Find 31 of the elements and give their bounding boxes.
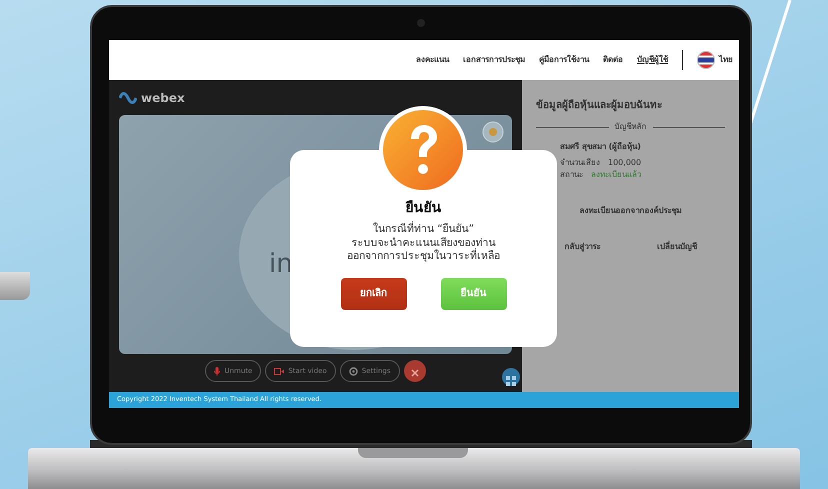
video-text: in xyxy=(269,248,293,281)
language-link[interactable]: ไทย xyxy=(719,54,733,66)
nav-link[interactable]: คู่มือการใช้งาน xyxy=(539,54,589,66)
panel-link[interactable]: กลับสู่วาระ xyxy=(564,241,600,253)
camera-icon xyxy=(274,368,284,374)
layout-button[interactable] xyxy=(502,368,520,386)
status-label: สถานะ xyxy=(560,169,583,181)
panel-title: ข้อมูลผู้ถือหุ้นและผู้มอบฉันทะ xyxy=(536,98,663,113)
nav-link[interactable]: ลงคะแนน xyxy=(416,54,449,66)
votes-value: 100,000 xyxy=(608,157,642,169)
leave-button[interactable] xyxy=(404,360,426,382)
votes-label: จำนวนเสียง xyxy=(560,157,600,169)
nav-link[interactable]: บัญชีผู้ใช้ xyxy=(637,54,668,66)
dialog-title: ยืนยัน xyxy=(406,199,442,218)
dialog-message: ในกรณีที่ท่าน “ยืนยัน” ระบบจะนำคะแนนเสียงของท่าน ออกจากการประชุมในวาระที่เหลือ xyxy=(347,223,500,264)
status-value: ลงทะเบียนแล้ว xyxy=(591,169,641,181)
nav-link[interactable]: ติดต่อ xyxy=(603,54,623,66)
holder-name: สมศรี สุขสมา (ผู้ถือหุ้น) xyxy=(559,141,642,153)
settings-icon xyxy=(348,366,358,376)
nav-link[interactable]: เอกสารการประชุม xyxy=(463,54,525,66)
laptop-edge xyxy=(0,272,30,300)
close-icon xyxy=(410,368,419,377)
section-label: บัญชีหลัก xyxy=(614,121,646,133)
logo-text: webex xyxy=(141,90,185,107)
panel-link[interactable]: เปลี่ยนบัญชี xyxy=(656,241,697,253)
cancel-button[interactable]: ยกเลิก xyxy=(340,278,406,310)
flag-icon xyxy=(697,51,715,69)
avatar-icon xyxy=(482,121,504,143)
grid-icon xyxy=(506,376,516,386)
mic-icon xyxy=(214,366,220,376)
webex-logo-icon xyxy=(119,92,137,104)
